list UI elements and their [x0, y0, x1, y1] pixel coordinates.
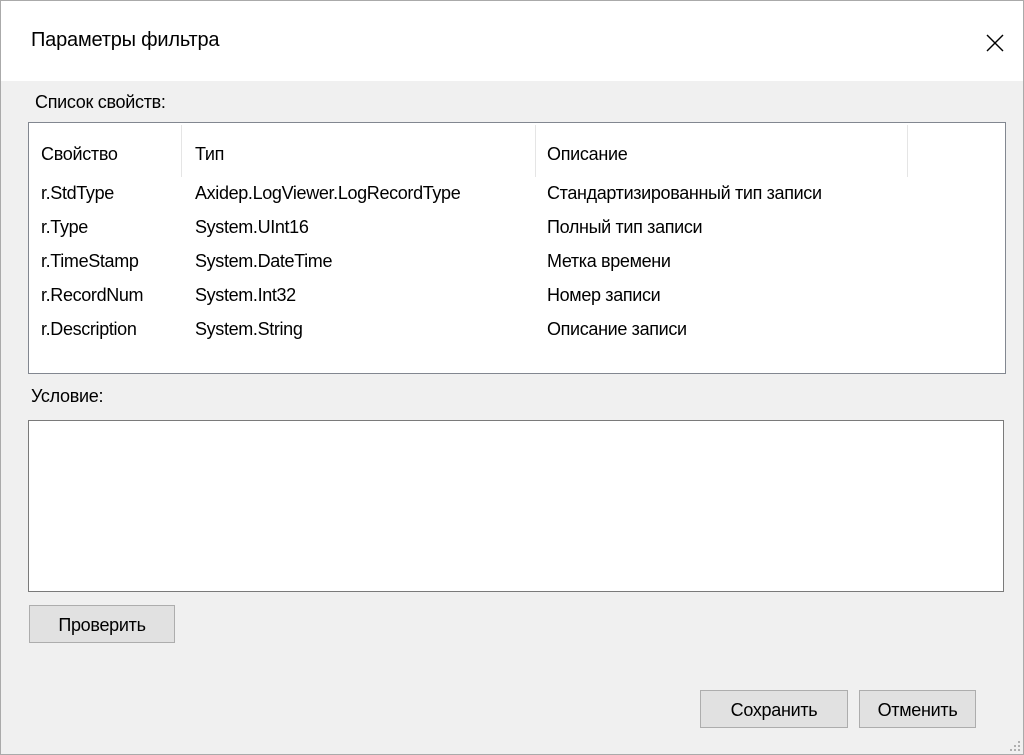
cell-property: r.StdType	[41, 183, 114, 203]
cell-type: System.DateTime	[195, 251, 333, 271]
column-separator[interactable]	[181, 125, 182, 177]
cell-property: r.Type	[41, 217, 88, 237]
cell-property: r.Description	[41, 319, 137, 339]
close-button[interactable]	[979, 15, 1023, 67]
cancel-button[interactable]: Отменить	[859, 690, 976, 728]
filter-params-dialog: Параметры фильтра Список свойств: Свойст…	[0, 0, 1024, 755]
properties-list[interactable]: Свойство Тип Описание r.StdType Axidep.L…	[28, 122, 1006, 374]
cell-description: Полный тип записи	[547, 217, 703, 237]
cell-type: Axidep.LogViewer.LogRecordType	[195, 183, 461, 203]
cell-description: Метка времени	[547, 251, 671, 271]
cell-description: Описание записи	[547, 319, 687, 339]
close-icon	[986, 34, 1004, 52]
cell-property: r.RecordNum	[41, 285, 144, 305]
cell-type: System.UInt16	[195, 217, 309, 237]
cell-type: System.String	[195, 319, 303, 339]
list-item[interactable]: r.Type System.UInt16 Полный тип записи	[29, 211, 1005, 245]
column-separator[interactable]	[907, 125, 908, 177]
cell-property: r.TimeStamp	[41, 251, 139, 271]
cell-description: Стандартизированный тип записи	[547, 183, 822, 203]
title-bar: Параметры фильтра	[1, 1, 1023, 81]
column-header-description[interactable]: Описание	[535, 123, 907, 179]
properties-list-header: Свойство Тип Описание	[29, 123, 1005, 179]
resize-grip-icon[interactable]	[1009, 740, 1021, 752]
column-header-type[interactable]: Тип	[183, 123, 535, 179]
list-item[interactable]: r.RecordNum System.Int32 Номер записи	[29, 279, 1005, 313]
properties-list-label: Список свойств:	[35, 92, 166, 112]
dialog-title: Параметры фильтра	[31, 29, 220, 51]
cell-type: System.Int32	[195, 285, 296, 305]
list-item[interactable]: r.StdType Axidep.LogViewer.LogRecordType…	[29, 177, 1005, 211]
cell-description: Номер записи	[547, 285, 661, 305]
list-item[interactable]: r.Description System.String Описание зап…	[29, 313, 1005, 347]
condition-label: Условие:	[31, 386, 104, 406]
column-header-property[interactable]: Свойство	[29, 123, 181, 179]
check-button[interactable]: Проверить	[29, 605, 175, 643]
condition-textarea[interactable]	[28, 420, 1004, 592]
save-button[interactable]: Сохранить	[700, 690, 848, 728]
list-item[interactable]: r.TimeStamp System.DateTime Метка времен…	[29, 245, 1005, 279]
